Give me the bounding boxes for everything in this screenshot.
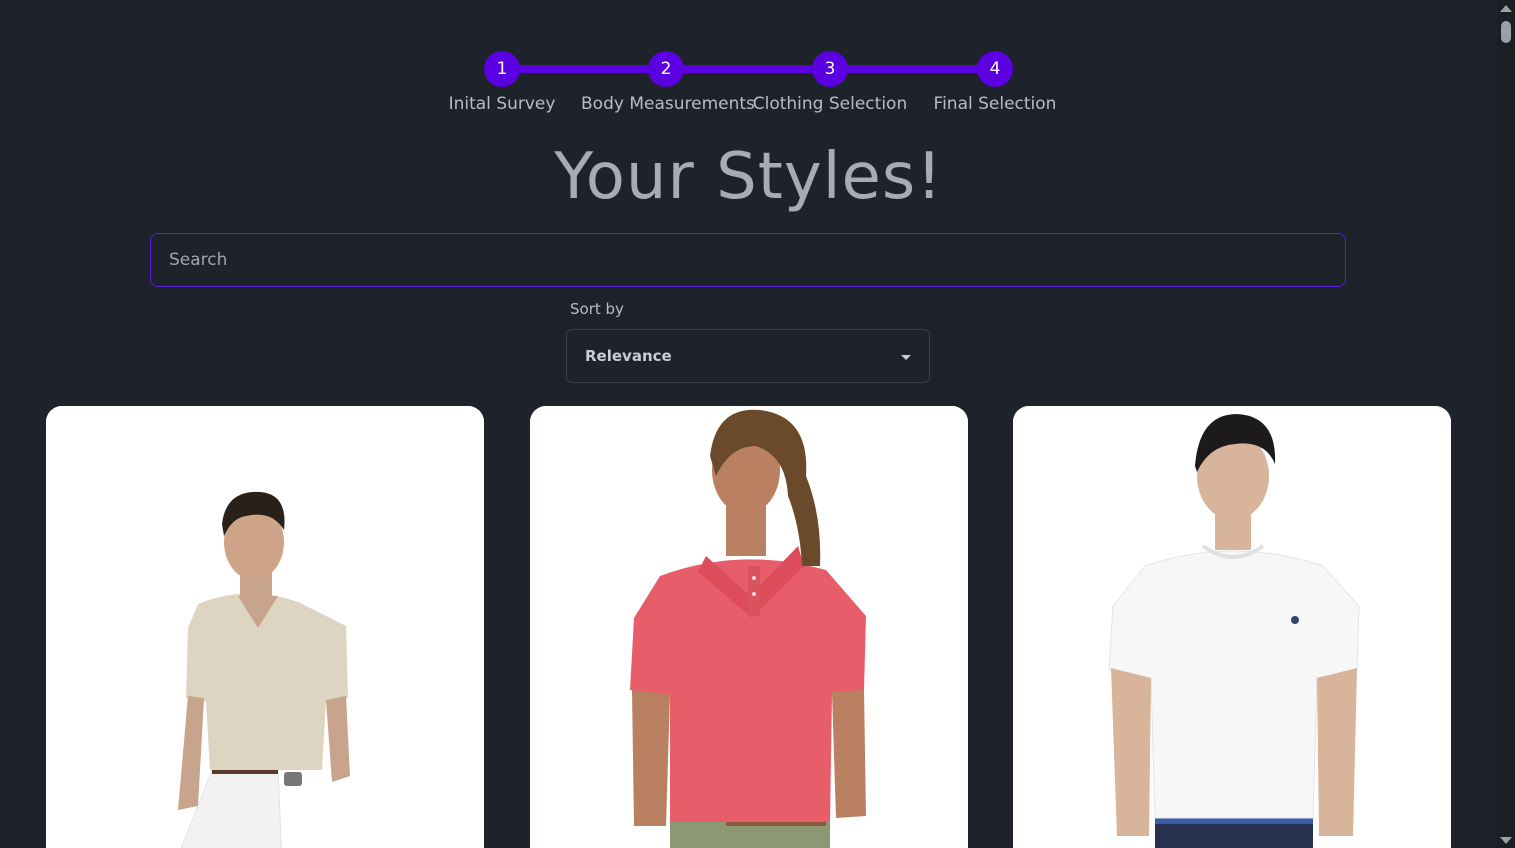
product-card[interactable] bbox=[1013, 406, 1451, 848]
page-scrollbar[interactable] bbox=[1497, 0, 1515, 848]
step-final-selection[interactable]: 4 Final Selection bbox=[910, 51, 1080, 114]
step-number: 4 bbox=[977, 51, 1013, 87]
sort-label: Sort by bbox=[570, 300, 624, 318]
product-card[interactable] bbox=[530, 406, 968, 848]
step-label: Clothing Selection bbox=[752, 94, 908, 114]
product-card[interactable] bbox=[46, 406, 484, 848]
step-number: 3 bbox=[812, 51, 848, 87]
search-input[interactable] bbox=[150, 233, 1346, 287]
page-title: Your Styles! bbox=[554, 140, 943, 214]
scroll-up-icon[interactable] bbox=[1500, 5, 1512, 12]
sort-selected-value: Relevance bbox=[585, 347, 672, 365]
step-number: 2 bbox=[648, 51, 684, 87]
step-initial-survey[interactable]: 1 Inital Survey bbox=[417, 51, 587, 114]
step-label: Body Measurements bbox=[581, 94, 755, 114]
step-body-measurements[interactable]: 2 Body Measurements bbox=[581, 51, 755, 114]
step-label: Inital Survey bbox=[448, 94, 556, 114]
sort-select[interactable]: Relevance bbox=[566, 329, 930, 383]
step-number: 1 bbox=[484, 51, 520, 87]
product-image bbox=[530, 406, 968, 848]
chevron-down-icon bbox=[901, 355, 911, 360]
step-label: Final Selection bbox=[933, 94, 1057, 114]
product-image bbox=[46, 406, 484, 848]
product-image bbox=[1013, 406, 1451, 848]
step-clothing-selection[interactable]: 3 Clothing Selection bbox=[745, 51, 915, 114]
scrollbar-thumb[interactable] bbox=[1501, 21, 1511, 43]
progress-stepper: 1 Inital Survey 2 Body Measurements 3 Cl… bbox=[0, 0, 1497, 130]
scroll-down-icon[interactable] bbox=[1500, 837, 1512, 844]
page: 1 Inital Survey 2 Body Measurements 3 Cl… bbox=[0, 0, 1515, 848]
